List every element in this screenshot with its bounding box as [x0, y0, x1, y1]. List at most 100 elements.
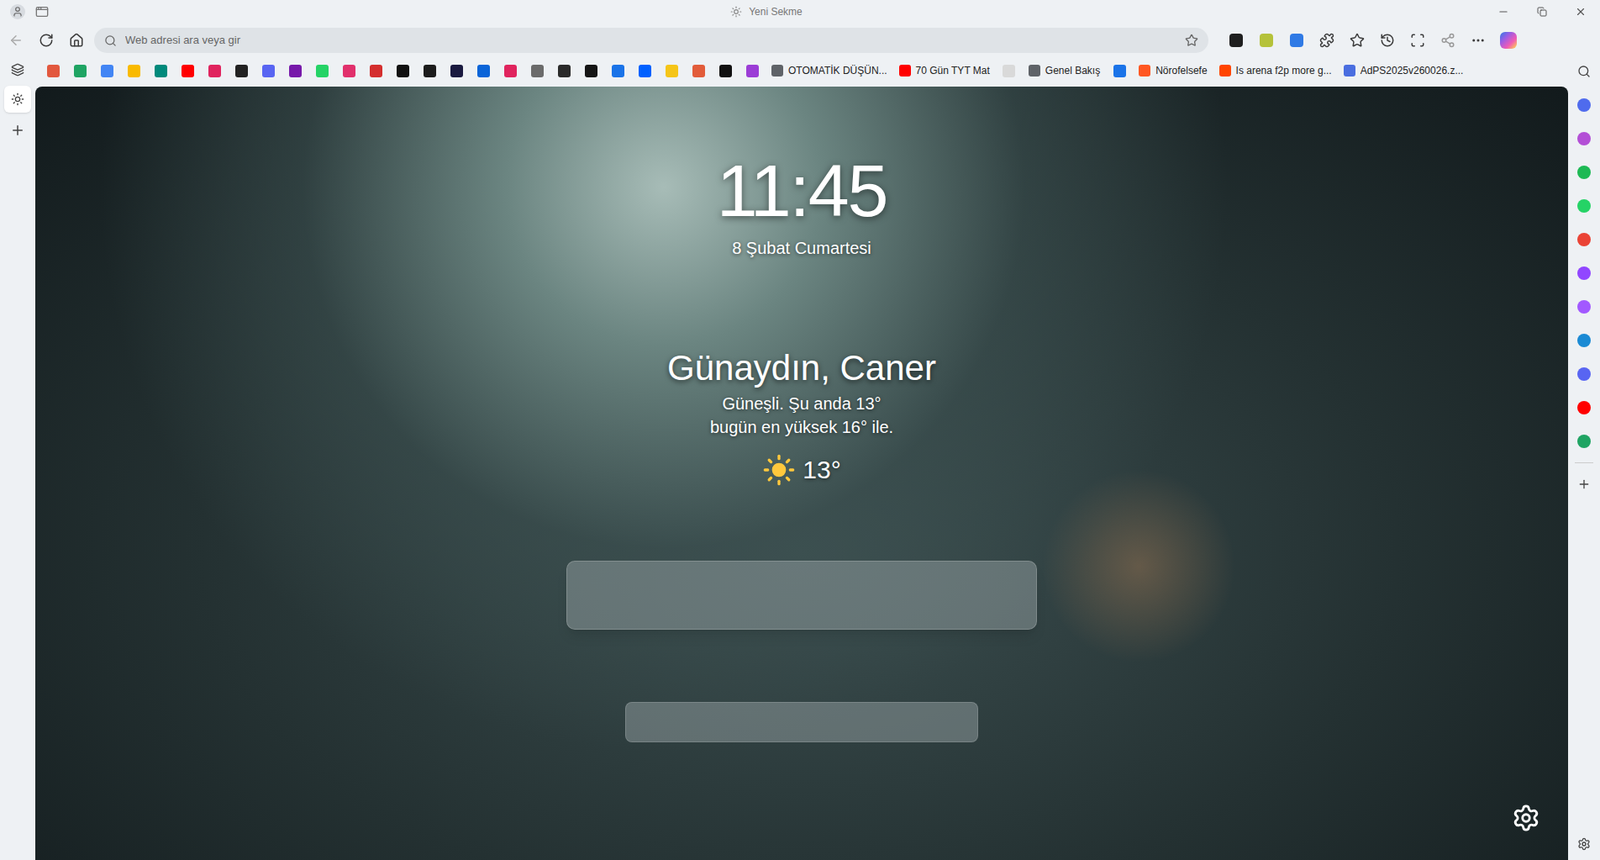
search-icon	[104, 34, 117, 48]
bookmark-favicon-icon	[127, 64, 141, 78]
bookmark[interactable]: Nörofelsefe	[1133, 59, 1212, 82]
sidebar-add-button[interactable]	[1571, 471, 1597, 497]
bookmark[interactable]	[524, 59, 550, 82]
title-bar: Yeni Sekme	[0, 0, 1600, 24]
sidebar-app[interactable]	[1571, 92, 1597, 118]
sidebar-app[interactable]	[1571, 226, 1597, 253]
bookmark[interactable]	[40, 59, 66, 82]
bookmark[interactable]: Is arena f2p more g...	[1214, 59, 1337, 82]
bookmark[interactable]	[443, 59, 469, 82]
bookmark[interactable]	[658, 59, 685, 82]
bookmark[interactable]	[336, 59, 362, 82]
bookmark[interactable]	[631, 59, 658, 82]
bookmark[interactable]	[121, 59, 147, 82]
bookmark[interactable]	[551, 59, 577, 82]
bookmark[interactable]	[201, 59, 227, 82]
tab-actions-button[interactable]	[5, 58, 31, 81]
bookmark-favicon-icon	[450, 64, 464, 78]
bookmark[interactable]: 70 Gün TYT Mat	[894, 59, 995, 82]
bookmark[interactable]	[389, 59, 416, 82]
bookmark[interactable]	[605, 59, 631, 82]
home-button[interactable]	[62, 26, 91, 54]
address-bar[interactable]: Web adresi ara veya gir	[94, 27, 1209, 53]
favorite-star-icon[interactable]	[1184, 33, 1199, 48]
copilot-button[interactable]	[1494, 26, 1523, 54]
quick-links-box[interactable]	[625, 701, 979, 743]
window-title: Yeni Sekme	[748, 4, 803, 20]
bookmark[interactable]	[578, 59, 604, 82]
more-icon	[1470, 32, 1486, 48]
gear-icon	[1577, 836, 1591, 851]
sidebar-app[interactable]	[1571, 126, 1597, 152]
bookmark[interactable]	[497, 59, 523, 82]
extension-button[interactable]	[1282, 26, 1311, 54]
bookmark-favicon-icon	[342, 64, 356, 78]
bookmark[interactable]	[416, 59, 443, 82]
bookmark[interactable]	[174, 59, 200, 82]
bookmark[interactable]: Genel Bakış	[1023, 59, 1106, 82]
address-placeholder: Web adresi ara veya gir	[125, 31, 1177, 49]
new-tab-button[interactable]	[5, 117, 31, 143]
minimize-button[interactable]	[1484, 0, 1523, 24]
sidebar-app-icon	[1577, 434, 1591, 448]
favorites-button[interactable]	[1342, 26, 1372, 54]
sidebar-app-icon	[1577, 400, 1591, 415]
extensions-button[interactable]	[1312, 26, 1342, 54]
bookmark-favicon-icon	[638, 64, 652, 78]
close-button[interactable]	[1561, 0, 1600, 24]
more-button[interactable]	[1463, 26, 1493, 54]
bookmark-favicon-icon	[396, 64, 410, 78]
sidebar-settings-button[interactable]	[1571, 831, 1597, 857]
sidebar-app[interactable]	[1571, 394, 1597, 421]
workspaces-icon[interactable]	[35, 5, 49, 19]
bookmark-favicon-icon	[315, 64, 329, 78]
puzzle-icon	[1319, 32, 1335, 48]
weather-widget[interactable]: 13°	[762, 450, 841, 489]
bookmark[interactable]	[996, 59, 1022, 82]
refresh-button[interactable]	[31, 26, 61, 54]
extension-button[interactable]	[1252, 26, 1281, 54]
screenshot-button[interactable]	[1403, 26, 1432, 54]
bookmark[interactable]	[309, 59, 335, 82]
bookmark[interactable]	[228, 59, 254, 82]
bookmark[interactable]	[255, 59, 281, 82]
share-button[interactable]	[1433, 26, 1463, 54]
bookmark[interactable]	[282, 59, 308, 82]
toolbar: Web adresi ara veya gir	[0, 23, 1600, 58]
restore-button[interactable]	[1522, 0, 1562, 24]
bookmark-favicon-icon	[665, 64, 679, 78]
bookmark[interactable]	[712, 59, 738, 82]
bookmark-favicon-icon	[611, 64, 625, 78]
bookmark[interactable]	[147, 59, 174, 82]
vertical-tab[interactable]	[4, 85, 32, 113]
bookmark-favicon-icon	[899, 64, 911, 77]
bookmark[interactable]: AdPS2025v260026.z...	[1338, 59, 1469, 82]
tab-actions-icon	[10, 63, 25, 77]
bookmark-favicon-icon	[208, 64, 222, 78]
profile-icon[interactable]	[10, 4, 26, 20]
extension-button[interactable]	[1221, 26, 1251, 54]
page-settings-button[interactable]	[1509, 800, 1543, 835]
sidebar-app-icon	[1577, 165, 1591, 179]
sidebar-app[interactable]	[1571, 327, 1597, 353]
bookmark[interactable]	[67, 59, 93, 82]
plus-icon	[1577, 477, 1591, 491]
history-button[interactable]	[1373, 26, 1402, 54]
bookmark[interactable]: OTOMATİK DÜŞÜN...	[766, 59, 893, 82]
bookmark[interactable]	[685, 59, 711, 82]
bookmark[interactable]	[363, 59, 389, 82]
sidebar-search-button[interactable]	[1571, 58, 1597, 85]
bookmark[interactable]	[1106, 59, 1132, 82]
sidebar-app[interactable]	[1571, 260, 1597, 286]
bookmark-favicon-icon	[369, 64, 383, 78]
bookmark[interactable]	[94, 59, 120, 82]
back-button[interactable]	[1, 26, 31, 54]
sidebar-app[interactable]	[1571, 361, 1597, 387]
bookmark[interactable]	[470, 59, 496, 82]
search-box[interactable]	[566, 560, 1037, 630]
bookmark[interactable]	[739, 59, 765, 82]
sidebar-app[interactable]	[1571, 159, 1597, 185]
sidebar-app[interactable]	[1571, 193, 1597, 219]
sidebar-app[interactable]	[1571, 428, 1597, 454]
sidebar-app[interactable]	[1571, 294, 1597, 320]
